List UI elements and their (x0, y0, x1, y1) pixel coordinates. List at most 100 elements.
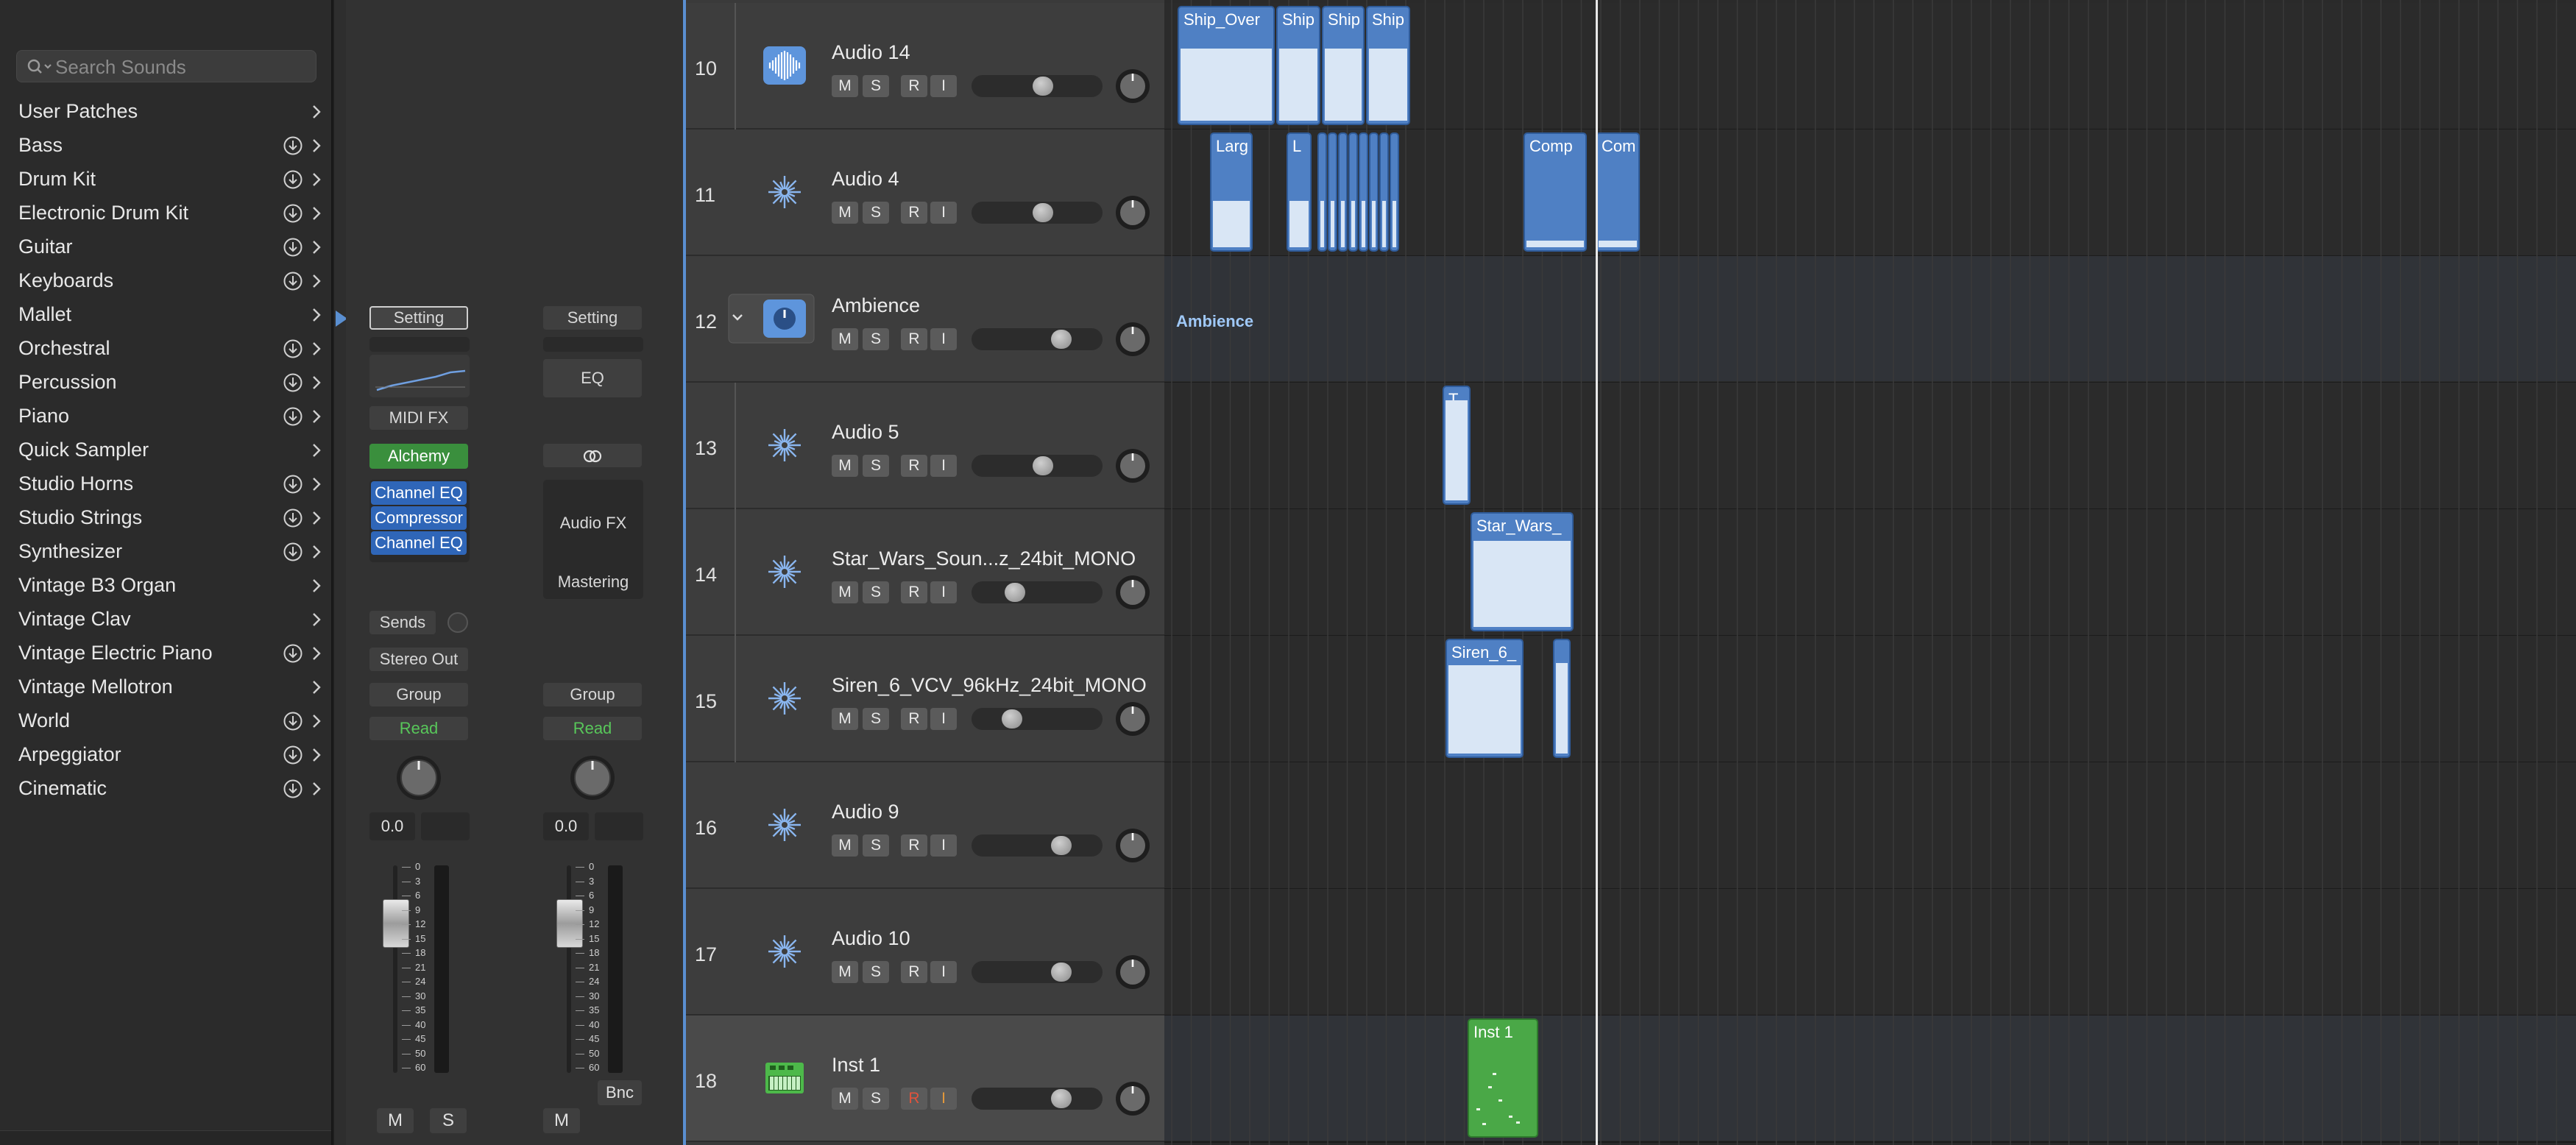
audio-region[interactable] (1348, 132, 1358, 252)
track-name[interactable]: Audio 4 (832, 168, 899, 191)
library-item-arpeggiator[interactable]: Arpeggiator (0, 737, 331, 770)
volume-slider-thumb[interactable] (1033, 203, 1053, 222)
volume-slider-thumb[interactable] (1005, 583, 1025, 602)
library-item-quick-sampler[interactable]: Quick Sampler (0, 433, 331, 465)
volume-slider[interactable] (972, 1088, 1103, 1110)
strip-mute-button[interactable]: M (543, 1108, 580, 1133)
record-button[interactable]: R (901, 75, 927, 97)
input-monitor-button[interactable]: I (930, 328, 957, 350)
download-icon[interactable] (283, 338, 303, 359)
solo-button[interactable]: S (863, 1088, 889, 1110)
download-icon[interactable] (283, 542, 303, 562)
track-name[interactable]: Audio 9 (832, 801, 899, 823)
volume-slider-thumb[interactable] (1051, 330, 1072, 349)
download-icon[interactable] (283, 406, 303, 427)
volume-value[interactable]: 0.0 (543, 812, 589, 840)
volume-slider[interactable] (972, 834, 1103, 857)
audio-region[interactable] (1328, 132, 1337, 252)
mute-button[interactable]: M (832, 1088, 858, 1110)
arrange-lane[interactable] (1164, 636, 2576, 761)
volume-slider-thumb[interactable] (1051, 1089, 1072, 1108)
library-item-drum-kit[interactable]: Drum Kit (0, 162, 331, 194)
plugin-slot-2[interactable]: Compressor (371, 506, 467, 530)
track-header-16[interactable]: 16 Audio 9 MSRI (686, 762, 1167, 889)
pan-knob[interactable] (1114, 68, 1151, 104)
input-monitor-button[interactable]: I (930, 455, 957, 477)
input-monitor-button[interactable]: I (930, 961, 957, 983)
volume-slider-thumb[interactable] (1051, 836, 1072, 855)
track-name[interactable]: Star_Wars_Soun...z_24bit_MONO (832, 547, 1136, 570)
audio-region[interactable]: T (1443, 386, 1471, 505)
download-icon[interactable] (283, 745, 303, 765)
record-button[interactable]: R (901, 455, 927, 477)
download-icon[interactable] (283, 508, 303, 528)
track-name[interactable]: Inst 1 (832, 1054, 880, 1077)
library-item-electronic-drum-kit[interactable]: Electronic Drum Kit (0, 196, 331, 228)
pan-knob[interactable] (1114, 321, 1151, 358)
download-icon[interactable] (283, 711, 303, 731)
pan-knob[interactable] (1114, 574, 1151, 611)
library-item-studio-strings[interactable]: Studio Strings (0, 500, 331, 533)
mute-button[interactable]: M (832, 581, 858, 603)
audio-region[interactable] (1553, 639, 1571, 758)
audio-region[interactable] (1338, 132, 1348, 252)
track-header-12[interactable]: 12 Ambience M S R I (686, 256, 1167, 383)
fader-cap[interactable] (383, 899, 409, 948)
track-name[interactable]: Audio 14 (832, 41, 910, 64)
track-header-18[interactable]: 18 Inst 1 MSRI (686, 1015, 1167, 1142)
sends-slot[interactable]: Sends (369, 611, 436, 634)
track-header-14[interactable]: 14 Star_Wars_Soun...z_24bit_MONO M S R I (686, 509, 1167, 636)
download-icon[interactable] (283, 169, 303, 190)
audio-region[interactable]: Com (1596, 132, 1640, 252)
library-item-orchestral[interactable]: Orchestral (0, 331, 331, 364)
library-item-studio-horns[interactable]: Studio Horns (0, 467, 331, 499)
link-button[interactable] (543, 444, 642, 467)
volume-slider-thumb[interactable] (1002, 709, 1022, 729)
arrange-lane[interactable] (1164, 762, 2576, 887)
solo-button[interactable]: S (863, 202, 889, 224)
volume-slider[interactable] (972, 328, 1103, 350)
search-field[interactable] (16, 50, 316, 82)
automation-mode[interactable]: Read (369, 717, 468, 740)
track-header-10[interactable]: 10 Audio 14 M S R I (686, 3, 1167, 130)
download-icon[interactable] (283, 203, 303, 224)
audio-fx-label[interactable]: Audio FX (543, 514, 643, 533)
download-icon[interactable] (283, 135, 303, 156)
library-item-synthesizer[interactable]: Synthesizer (0, 534, 331, 567)
track-header-17[interactable]: 17 Audio 10 M S R I (686, 889, 1167, 1015)
midi-region[interactable]: Inst 1 (1468, 1018, 1538, 1138)
audio-region[interactable] (1369, 132, 1379, 252)
audio-region[interactable] (1379, 132, 1389, 252)
library-item-world[interactable]: World (0, 703, 331, 736)
midi-fx-slot[interactable]: MIDI FX (369, 406, 468, 430)
pan-knob[interactable] (568, 754, 617, 802)
mute-button[interactable]: M (832, 75, 858, 97)
library-item-piano[interactable]: Piano (0, 399, 331, 431)
track-name[interactable]: Siren_6_VCV_96kHz_24bit_MONO (832, 674, 1147, 697)
track-header-15[interactable]: 15 Siren_6_VCV_96kHz_24bit_MONO M S R I (686, 636, 1167, 762)
automation-mode[interactable]: Read (543, 717, 642, 740)
audio-region[interactable] (1317, 132, 1327, 252)
solo-button[interactable]: S (863, 328, 889, 350)
library-item-percussion[interactable]: Percussion (0, 365, 331, 397)
pan-knob[interactable] (1114, 447, 1151, 484)
pan-knob[interactable] (1114, 827, 1151, 864)
eq-slot[interactable]: EQ (543, 359, 642, 397)
pan-knob[interactable] (1114, 954, 1151, 990)
fader-cap[interactable] (556, 899, 583, 948)
strip-solo-button[interactable]: S (430, 1108, 467, 1133)
pan-knob[interactable] (1114, 194, 1151, 231)
input-monitor-button[interactable]: I (930, 708, 957, 730)
pan-knob[interactable] (394, 754, 443, 802)
track-name[interactable]: Audio 5 (832, 421, 899, 444)
track-header-13[interactable]: 13 Audio 5 MSRI (686, 383, 1167, 509)
volume-slider[interactable] (972, 455, 1103, 477)
library-item-keyboards[interactable]: Keyboards (0, 263, 331, 296)
solo-button[interactable]: S (863, 75, 889, 97)
setting-button[interactable]: Setting (369, 306, 468, 330)
volume-slider[interactable] (972, 708, 1103, 730)
download-icon[interactable] (283, 779, 303, 799)
bounce-button[interactable]: Bnc (598, 1080, 642, 1105)
input-monitor-button[interactable]: I (930, 202, 957, 224)
mute-button[interactable]: M (832, 834, 858, 857)
